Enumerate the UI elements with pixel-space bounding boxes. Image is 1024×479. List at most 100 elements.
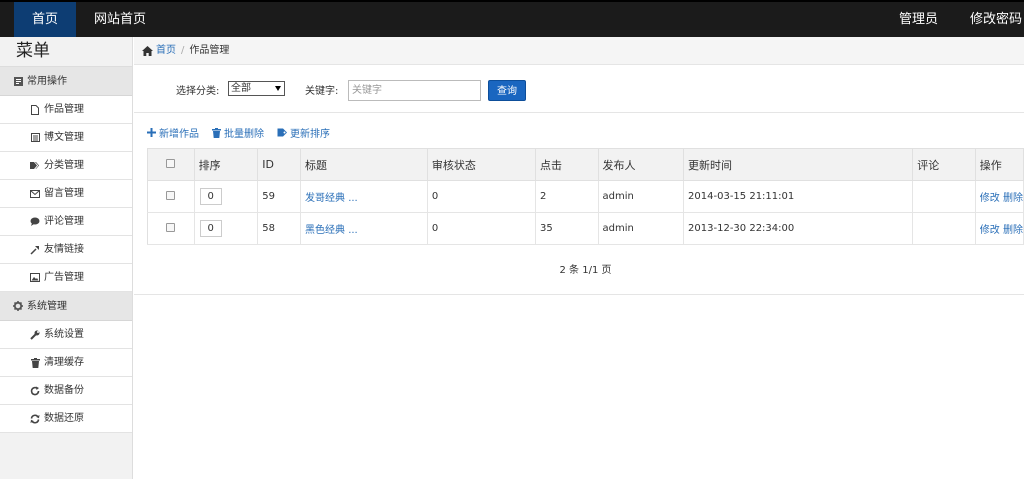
- sidebar-item-label: 数据备份: [44, 384, 84, 396]
- title-link[interactable]: 黑色经典 ...: [305, 225, 358, 236]
- column-header[interactable]: 审核状态: [427, 148, 536, 181]
- sidebar-item-category[interactable]: 分类管理: [0, 152, 132, 180]
- sync-icon: [30, 414, 40, 424]
- top-navbar: 首页 网站首页 管理员 修改密码: [0, 0, 1024, 37]
- add-work-button[interactable]: 新增作品: [147, 125, 199, 140]
- nav-change-password[interactable]: 修改密码: [938, 2, 1024, 37]
- breadcrumb: 首页 / 作品管理: [134, 37, 1024, 65]
- nav-admin[interactable]: 管理员: [867, 2, 938, 37]
- operations-cell: 修改 删除: [975, 180, 1024, 213]
- keyword-input[interactable]: 关键字: [348, 80, 481, 101]
- select-all-checkbox[interactable]: [166, 159, 176, 168]
- sidebar-item-backup[interactable]: 数据备份: [0, 377, 132, 405]
- sidebar-item-ads[interactable]: 广告管理: [0, 264, 132, 292]
- clicks-cell: 2: [535, 180, 599, 213]
- nav-home[interactable]: 首页: [14, 2, 77, 37]
- row-checkbox[interactable]: [166, 190, 176, 200]
- category-select[interactable]: 全部: [228, 81, 285, 96]
- list-box-icon: [13, 76, 23, 86]
- publisher-cell: admin: [598, 180, 685, 213]
- sidebar: 菜单 常用操作 作品管理 博文管理 分类管理 留言管理 评论管理 友情链接 广告…: [0, 37, 133, 479]
- refresh-icon: [30, 386, 40, 396]
- main-content: 首页 / 作品管理 选择分类: 全部 关键字: 关键字 查询 新增作品 批量删除…: [134, 37, 1024, 479]
- trash-icon: [30, 357, 40, 368]
- sidebar-item-label: 数据还原: [44, 412, 84, 424]
- cog-icon: [13, 301, 23, 311]
- sidebar-item-label: 作品管理: [44, 103, 84, 115]
- column-header[interactable]: 标题: [300, 148, 428, 181]
- category-select-value: 全部: [231, 83, 251, 94]
- sidebar-item-label: 广告管理: [44, 271, 84, 283]
- wrench-icon: [30, 330, 40, 340]
- update-order-label: 更新排序: [290, 129, 330, 140]
- sidebar-item-settings[interactable]: 系统设置: [0, 321, 132, 349]
- sidebar-item-messages[interactable]: 留言管理: [0, 180, 132, 208]
- column-header[interactable]: 排序: [194, 148, 259, 181]
- row-select-cell: [147, 212, 195, 245]
- column-header[interactable]: ID: [257, 148, 302, 181]
- comments-cell: [912, 180, 976, 213]
- status-cell: 0: [427, 180, 536, 213]
- batch-delete-button[interactable]: 批量删除: [212, 125, 264, 140]
- sidebar-group-common[interactable]: 常用操作: [0, 67, 132, 96]
- sidebar-item-works[interactable]: 作品管理: [0, 96, 132, 124]
- query-button[interactable]: 查询: [488, 80, 526, 101]
- breadcrumb-home[interactable]: 首页: [142, 37, 176, 65]
- breadcrumb-home-label: 首页: [156, 44, 176, 56]
- pagination-info: 2 条 1/1 页: [559, 265, 612, 276]
- table-header-row: 排序 ID 标题 审核状态 点击 发布人 更新时间 评论 操作: [147, 148, 1024, 181]
- column-header: 操作: [975, 148, 1024, 181]
- clicks-cell: 35: [535, 212, 599, 245]
- sidebar-item-label: 清理缓存: [44, 356, 84, 368]
- picture-icon: [30, 273, 40, 283]
- title-cell: 黑色经典 ...: [300, 212, 428, 245]
- sidebar-item-comments[interactable]: 评论管理: [0, 208, 132, 236]
- operations-cell: 修改 删除: [975, 212, 1024, 245]
- sidebar-item-blog[interactable]: 博文管理: [0, 124, 132, 152]
- id-cell: 59: [257, 180, 302, 213]
- update-order-button[interactable]: 更新排序: [277, 125, 330, 140]
- updated-cell: 2013-12-30 22:34:00: [683, 212, 914, 245]
- sidebar-item-label: 留言管理: [44, 187, 84, 199]
- nav-site-home[interactable]: 网站首页: [76, 2, 164, 37]
- breadcrumb-separator: /: [181, 44, 185, 56]
- menu-title: 菜单: [0, 37, 132, 67]
- sidebar-item-restore[interactable]: 数据还原: [0, 405, 132, 433]
- title-link[interactable]: 发哥经典 ...: [305, 193, 358, 204]
- list-alt-icon: [30, 133, 40, 143]
- id-cell: 58: [257, 212, 302, 245]
- column-header[interactable]: 发布人: [598, 148, 685, 181]
- sidebar-group-label: 系统管理: [27, 300, 67, 312]
- edit-link[interactable]: 修改: [980, 193, 1000, 204]
- tags-icon: [30, 161, 40, 171]
- publisher-cell: admin: [598, 212, 685, 245]
- edit-link[interactable]: 修改: [980, 225, 1000, 236]
- select-all-cell: [147, 148, 195, 181]
- comments-cell: [912, 212, 976, 245]
- plus-icon: [147, 128, 156, 137]
- order-input[interactable]: 0: [199, 188, 222, 205]
- sidebar-group-system[interactable]: 系统管理: [0, 292, 132, 321]
- file-icon: [30, 104, 40, 115]
- column-header[interactable]: 评论: [912, 148, 976, 181]
- sidebar-item-clear-cache[interactable]: 清理缓存: [0, 349, 132, 377]
- column-header[interactable]: 更新时间: [683, 148, 914, 181]
- sidebar-item-label: 分类管理: [44, 159, 84, 171]
- trash-icon: [212, 127, 221, 138]
- delete-link[interactable]: 删除: [1003, 193, 1023, 204]
- action-bar: 新增作品 批量删除 更新排序: [147, 125, 343, 140]
- divider: [134, 294, 1024, 295]
- updated-cell: 2014-03-15 21:11:01: [683, 180, 914, 213]
- delete-link[interactable]: 删除: [1003, 225, 1023, 236]
- filter-bar: 选择分类: 全部 关键字: 关键字 查询: [134, 65, 1024, 113]
- order-input[interactable]: 0: [199, 220, 222, 237]
- tag-icon: [277, 128, 287, 137]
- sidebar-item-label: 评论管理: [44, 215, 84, 227]
- column-header[interactable]: 点击: [535, 148, 599, 181]
- keyword-label: 关键字:: [305, 86, 339, 97]
- row-checkbox[interactable]: [166, 222, 176, 232]
- sidebar-group-label: 常用操作: [27, 75, 67, 87]
- works-table: 排序 ID 标题 审核状态 点击 发布人 更新时间 评论 操作 0 59 发哥经…: [147, 148, 1024, 245]
- sidebar-item-links[interactable]: 友情链接: [0, 236, 132, 264]
- home-icon: [142, 45, 153, 56]
